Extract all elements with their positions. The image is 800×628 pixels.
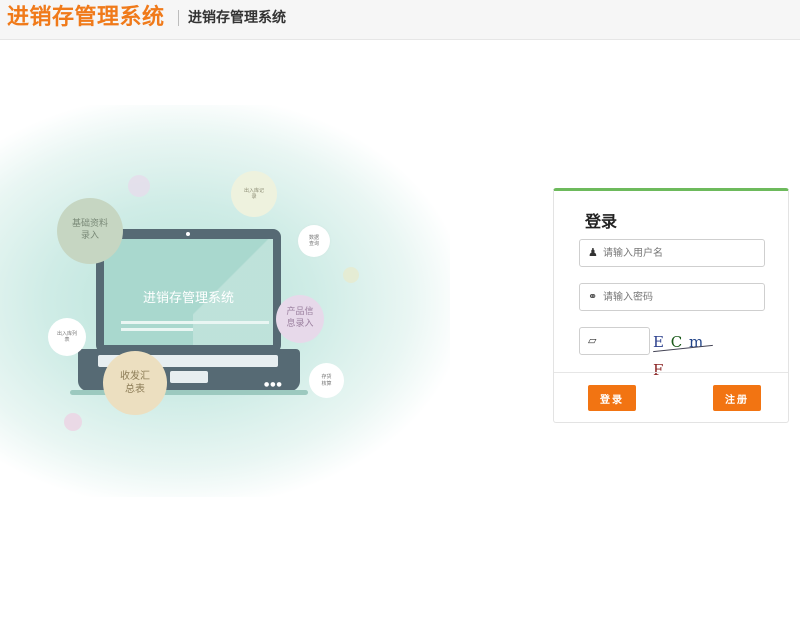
captcha-field[interactable]: ▱ [579,327,650,355]
username-input[interactable] [603,243,758,263]
header-subtitle: 进销存管理系统 [188,10,286,26]
decor-dot [128,175,150,197]
decor-dot [64,413,82,431]
bubble-product-entry: 产品信息录入 [276,295,324,343]
captcha-input[interactable] [603,331,645,351]
register-button[interactable]: 注册 [713,385,761,411]
captcha-image[interactable]: E C m F [653,328,717,379]
bubble-basic-data: 基础资料录入 [57,198,123,264]
decor-dot [343,267,359,283]
top-header: 进销存管理系统 进销存管理系统 [0,0,800,40]
login-title: 登录 [585,212,618,231]
password-field[interactable]: ⚭ [579,283,765,311]
laptop-trackpad [170,371,208,383]
user-icon: ♟ [588,246,598,259]
key-icon: ⚭ [588,290,598,303]
password-input[interactable] [603,287,758,307]
username-field[interactable]: ♟ [579,239,765,267]
bubble-data-query: 数据查询 [298,225,330,257]
panel-separator [554,372,788,373]
brand-logo-text: 进销存管理系统 [7,5,165,30]
header-divider [178,10,179,26]
laptop-display: 进销存管理系统 [104,239,273,345]
unlock-icon: ▱ [588,334,597,347]
laptop-screen: 进销存管理系统 [96,229,281,353]
hero-illustration: 进销存管理系统 ●●● 基础资料录入 出入库记录 数据查询 产品信息录入 出入库… [0,105,450,497]
laptop-title: 进销存管理系统 [142,291,234,306]
login-button[interactable]: 登录 [588,385,636,411]
bubble-io-list: 出入库列表 [48,318,86,356]
laptop-camera [186,232,190,236]
bubble-summary: 收发汇总表 [103,351,167,415]
bubble-inventory: 存货核算 [309,363,344,398]
login-panel: 登录 ♟ ⚭ ▱ E C m F 登录 注册 [553,188,789,423]
bubble-io-records: 出入库记录 [231,171,277,217]
